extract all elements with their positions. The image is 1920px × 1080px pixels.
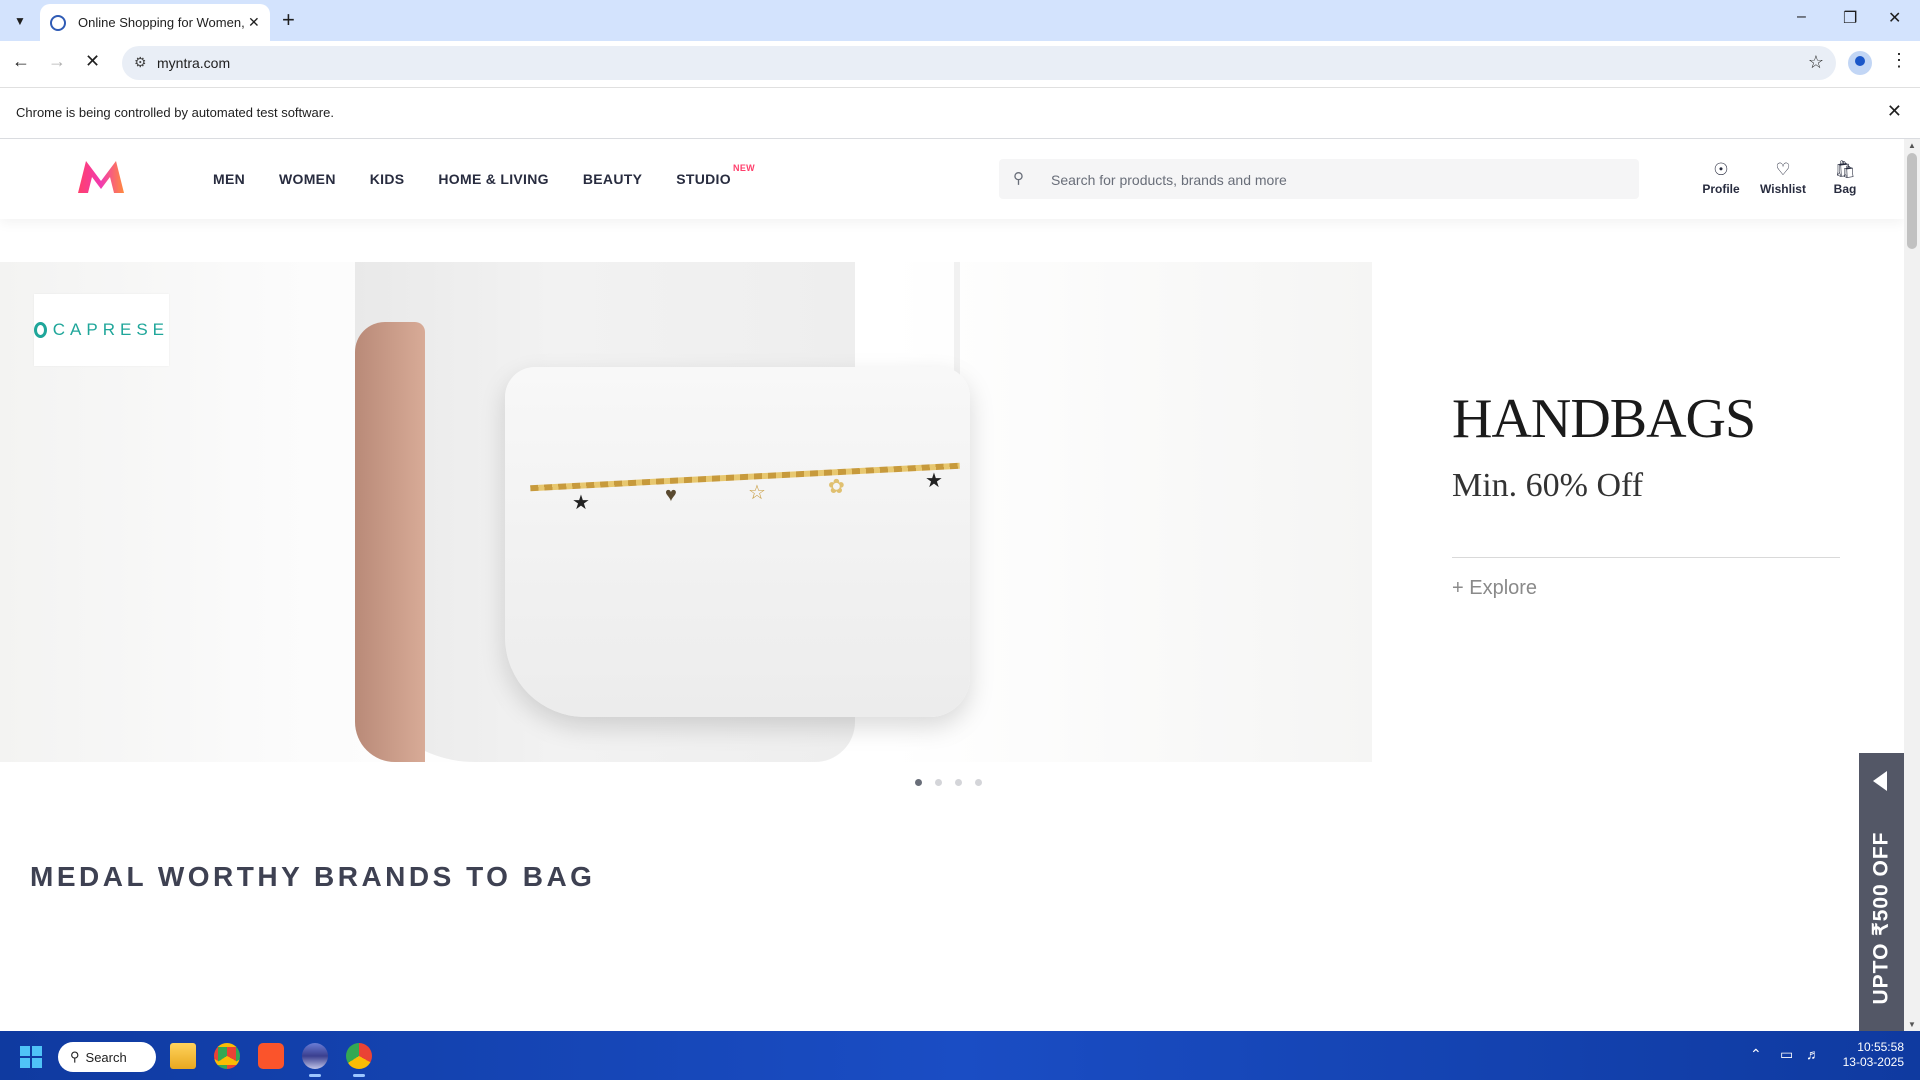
app-icon[interactable] (302, 1043, 328, 1077)
carousel-dot-2[interactable] (935, 779, 942, 786)
profile-icon: ☉ (1713, 160, 1729, 179)
bag-button[interactable]: 🛍 Bag (1814, 160, 1876, 197)
clock-time: 10:55:58 (1857, 1040, 1904, 1054)
automation-infobar: Chrome is being controlled by automated … (0, 88, 1920, 139)
carousel-dot-3[interactable] (955, 779, 962, 786)
volume-icon[interactable]: ♬ (1806, 1046, 1820, 1062)
bag-label: Bag (1833, 182, 1857, 196)
address-url[interactable]: myntra.com (157, 55, 230, 71)
hero-banner-image[interactable]: ★ ♥ ☆ ✿ ★ CAPRESE (0, 262, 1372, 762)
chrome-menu-icon[interactable]: ⋮ (1890, 50, 1908, 71)
caprese-brand-badge: CAPRESE (34, 294, 169, 366)
myntra-page: MEN WOMEN KIDS HOME & LIVING BEAUTY STUD… (0, 139, 1904, 1031)
back-button[interactable]: ← (12, 51, 30, 72)
section-heading: MEDAL WORTHY BRANDS TO BAG (30, 861, 596, 892)
search-icon: ⚲ (70, 1049, 80, 1064)
white-handbag-image (505, 367, 970, 717)
tab-close-icon[interactable]: ✕ (248, 14, 260, 31)
browser-toolbar: ← → ✕ ⚙ myntra.com ☆ ⋮ (0, 41, 1920, 88)
offer-text: UPTO ₹500 OFF (1869, 831, 1893, 1005)
wishlist-button[interactable]: ♡ Wishlist (1752, 160, 1814, 197)
nav-women[interactable]: WOMEN (279, 171, 336, 187)
header-actions: ☉ Profile ♡ Wishlist 🛍 Bag (1690, 160, 1876, 197)
offer-side-tab[interactable]: UPTO ₹500 OFF (1859, 753, 1904, 1031)
site-info-icon[interactable]: ⚙ (134, 54, 147, 71)
carousel-dots (915, 779, 995, 786)
network-icon[interactable]: ▭ (1780, 1046, 1793, 1063)
minimize-button[interactable]: – (1797, 8, 1806, 26)
chrome-icon[interactable] (214, 1043, 240, 1069)
infobar-close-icon[interactable]: ✕ (1887, 101, 1902, 122)
star-charm-icon: ☆ (748, 482, 766, 504)
profile-label: Profile (1702, 182, 1740, 196)
nav-home-living[interactable]: HOME & LIVING (438, 171, 548, 187)
explore-link[interactable]: + Explore (1452, 577, 1537, 600)
wishlist-label: Wishlist (1760, 182, 1806, 196)
active-tab[interactable]: Online Shopping for Women, M ✕ (40, 4, 270, 41)
window-close-button[interactable]: ✕ (1888, 8, 1901, 28)
heart-charm-icon: ♥ (665, 484, 677, 506)
new-badge: NEW (733, 163, 755, 173)
hero-divider (1452, 557, 1840, 558)
heart-icon: ♡ (1775, 160, 1791, 179)
tray-chevron-up-icon[interactable]: ⌃ (1750, 1046, 1762, 1063)
myntra-logo[interactable] (76, 159, 126, 195)
windows-start-icon[interactable] (20, 1046, 42, 1068)
carousel-dot-4[interactable] (975, 779, 982, 786)
search-icon[interactable]: ⚲ (1013, 169, 1024, 187)
chrome-active-icon[interactable] (346, 1043, 372, 1077)
tab-search-button[interactable]: ▼ (6, 8, 34, 34)
bookmark-star-icon[interactable]: ☆ (1808, 52, 1824, 73)
taskbar-search-label: Search (85, 1049, 127, 1065)
search-input[interactable] (1049, 159, 1623, 201)
clock-date: 13-03-2025 (1842, 1055, 1904, 1069)
scroll-down-icon[interactable]: ▼ (1908, 1020, 1916, 1029)
profile-button[interactable]: ☉ Profile (1690, 160, 1752, 197)
file-explorer-icon[interactable] (170, 1043, 196, 1069)
left-arrow-icon[interactable] (1873, 771, 1887, 791)
taskbar-clock[interactable]: 10:55:58 13-03-2025 (1838, 1040, 1904, 1070)
nav-beauty[interactable]: BEAUTY (583, 171, 642, 187)
new-tab-button[interactable]: + (282, 8, 295, 32)
restore-button[interactable]: ❐ (1843, 8, 1857, 28)
windows-taskbar: ⚲ Search ⌃ ▭ ♬ 10:55:58 13-03-2025 (0, 1031, 1920, 1080)
nav-men[interactable]: MEN (213, 171, 245, 187)
hero-title: HANDBAGS (1452, 388, 1756, 450)
flower-charm-icon: ✿ (828, 476, 845, 498)
bag-icon: 🛍 (1834, 160, 1856, 179)
stop-loading-button[interactable]: ✕ (85, 51, 100, 72)
forward-button[interactable]: → (48, 51, 66, 72)
site-header: MEN WOMEN KIDS HOME & LIVING BEAUTY STUD… (0, 139, 1904, 219)
brave-browser-icon[interactable] (258, 1043, 284, 1069)
star-charm-icon: ★ (925, 470, 943, 492)
star-charm-icon: ★ (572, 492, 590, 514)
address-bar[interactable]: ⚙ myntra.com ☆ (122, 46, 1836, 80)
page-scrollbar[interactable]: ▲ ▼ (1904, 139, 1920, 1031)
main-nav: MEN WOMEN KIDS HOME & LIVING BEAUTY STUD… (213, 163, 765, 187)
hero-subtitle: Min. 60% Off (1452, 467, 1644, 504)
brand-name: CAPRESE (52, 320, 169, 339)
tab-title: Online Shopping for Women, M (78, 15, 244, 30)
model-arm-image (355, 322, 425, 762)
search-box: ⚲ (999, 159, 1639, 201)
taskbar-search[interactable]: ⚲ Search (58, 1042, 156, 1072)
caprese-logo-icon (34, 322, 47, 338)
nav-studio[interactable]: STUDIO NEW (676, 163, 754, 187)
nav-studio-label: STUDIO (676, 171, 731, 187)
nav-kids[interactable]: KIDS (370, 171, 405, 187)
chrome-profile-avatar[interactable] (1848, 51, 1872, 75)
browser-tab-strip: ▼ Online Shopping for Women, M ✕ + – ❐ ✕ (0, 0, 1920, 41)
scrollbar-thumb[interactable] (1907, 153, 1917, 249)
loading-favicon-icon (50, 14, 66, 31)
infobar-message: Chrome is being controlled by automated … (16, 105, 334, 120)
carousel-dot-1[interactable] (915, 779, 922, 786)
scroll-up-icon[interactable]: ▲ (1908, 141, 1916, 150)
hero-text-panel[interactable]: HANDBAGS Min. 60% Off + Explore (1372, 262, 1852, 762)
